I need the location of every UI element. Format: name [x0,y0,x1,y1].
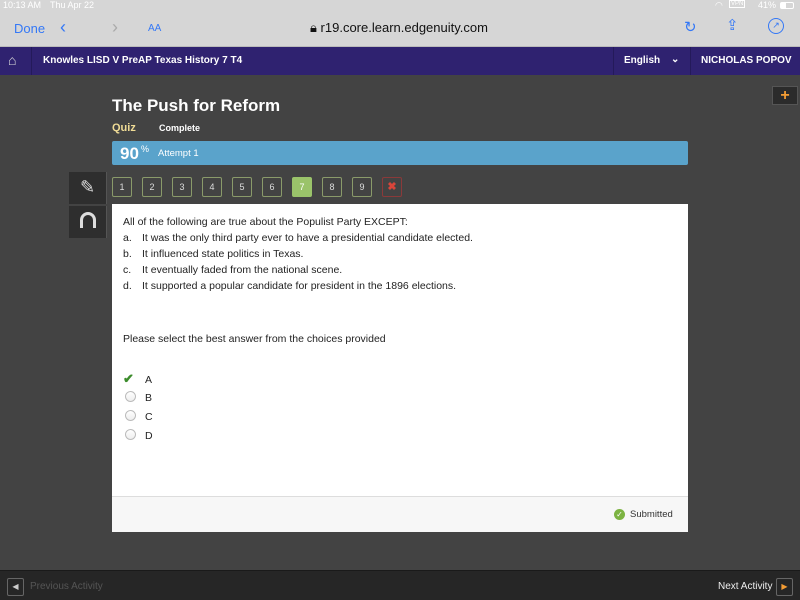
score-bar: 90 % Attempt 1 [112,141,688,165]
radio-c[interactable] [125,410,136,421]
attempt-label: Attempt 1 [158,148,199,159]
browser-toolbar: Done ‹ › AA 🔒︎ r19.core.learn.edgenuity.… [0,11,800,47]
close-quiz-button[interactable]: ✖ [382,177,402,197]
activity-type: Quiz [112,122,136,134]
submitted-check-icon: ✓ [614,509,625,520]
option-c: c. It eventually faded from the national … [123,264,343,276]
course-nav: ⌂ Knowles LISD V PreAP Texas History 7 T… [0,47,800,75]
forward-icon[interactable]: › [112,17,118,38]
score-value: 90 [120,144,139,163]
choice-d[interactable]: D [145,430,153,442]
option-d: d. It supported a popular candidate for p… [123,280,457,292]
card-footer: ✓ Submitted [112,496,688,532]
pencil-icon: ✎ [80,177,96,197]
question-8[interactable]: 8 [322,177,342,197]
question-9[interactable]: 9 [352,177,372,197]
page-title: The Push for Reform [112,96,281,115]
url-text: r19.core.learn.edgenuity.com [320,20,488,35]
question-5[interactable]: 5 [232,177,252,197]
done-button[interactable]: Done [14,21,45,36]
battery-icon [780,2,794,9]
submitted-status: Submitted [630,509,673,520]
add-button[interactable]: + [772,86,798,105]
status-date: Thu Apr 22 [50,0,95,10]
choice-a[interactable]: A [145,374,152,386]
question-card: All of the following are true about the … [112,204,688,532]
reload-icon[interactable]: ↻ [684,18,697,36]
instruction: Please select the best answer from the c… [123,333,386,345]
question-7[interactable]: 7 [292,177,312,197]
question-2[interactable]: 2 [142,177,162,197]
wifi-icon: ◠ [715,0,723,10]
language-select[interactable]: English [624,55,660,66]
choice-c[interactable]: C [145,411,153,423]
compass-icon[interactable]: ↗ [768,18,784,34]
option-a: a. It was the only third party ever to ha… [123,232,473,244]
share-icon[interactable]: ⇪ [726,16,739,34]
course-title[interactable]: Knowles LISD V PreAP Texas History 7 T4 [43,55,242,66]
chevron-down-icon[interactable]: ⌄ [671,54,679,65]
question-4[interactable]: 4 [202,177,222,197]
headphones-icon [80,212,96,228]
choice-b[interactable]: B [145,392,152,404]
pencil-tool[interactable]: ✎ [69,172,107,204]
question-1[interactable]: 1 [112,177,132,197]
radio-b[interactable] [125,391,136,402]
back-icon[interactable]: ‹ [60,17,66,38]
score-unit: % [141,144,150,154]
checkmark-icon: ✔ [123,371,134,386]
text-size-button[interactable]: AA [148,23,161,34]
radio-d[interactable] [125,429,136,440]
status-time: 10:13 AM [3,0,42,10]
address-bar[interactable]: 🔒︎ r19.core.learn.edgenuity.com [310,20,488,36]
next-arrow-icon[interactable]: ▶ [776,578,793,596]
option-b: b. It influenced state politics in Texas. [123,248,304,260]
question-prompt: All of the following are true about the … [123,216,408,228]
battery-percent: 41% [758,0,777,10]
vpn-badge: VPN [729,0,746,8]
status-bar: 10:13 AM Thu Apr 22 ◠ VPN 41% [0,0,800,11]
user-name[interactable]: NICHOLAS POPOV [701,55,792,66]
previous-arrow-icon[interactable]: ◀ [7,578,24,596]
question-6[interactable]: 6 [262,177,282,197]
activity-status: Complete [159,123,201,133]
activity-nav: ◀ Previous Activity Next Activity ▶ [0,570,800,600]
home-icon[interactable]: ⌂ [8,52,16,68]
audio-tool[interactable] [69,206,107,238]
question-3[interactable]: 3 [172,177,192,197]
lock-icon: 🔒︎ [310,20,317,35]
next-activity-link[interactable]: Next Activity [718,581,772,592]
previous-activity-link[interactable]: Previous Activity [30,581,103,592]
